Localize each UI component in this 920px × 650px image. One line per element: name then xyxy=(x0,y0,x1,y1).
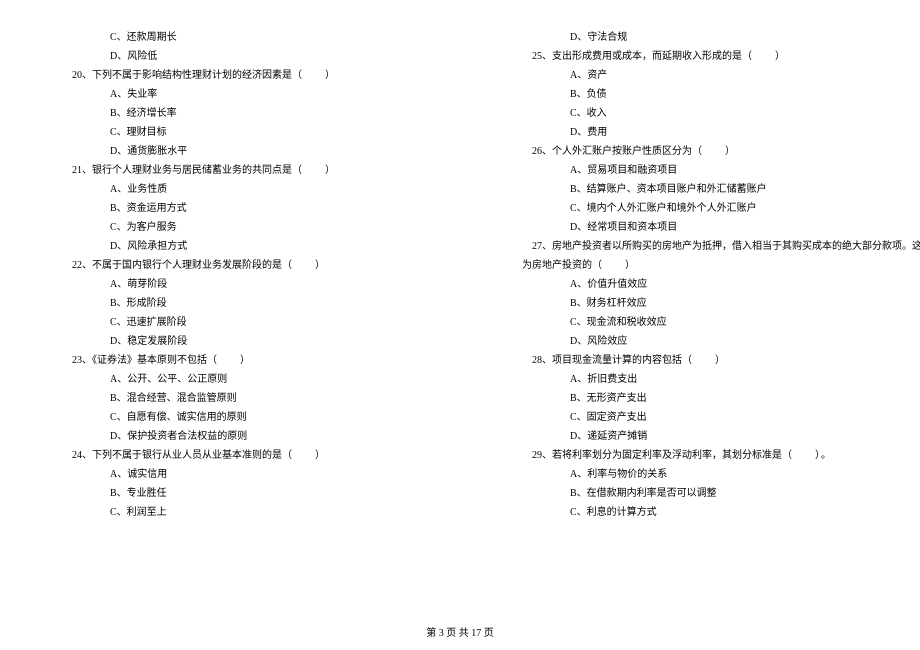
page-body: C、还款周期长D、风险低20、下列不属于影响结构性理财计划的经济因素是（ ）A、… xyxy=(0,0,920,620)
answer-blank: （ ） xyxy=(692,142,736,161)
option-line: D、经常项目和资本项目 xyxy=(460,218,920,237)
answer-blank: （ ）。 xyxy=(782,446,832,465)
option-line: A、价值升值效应 xyxy=(460,275,920,294)
question-number: 29、 xyxy=(532,450,552,461)
option-line: B、在借款期内利率是否可以调整 xyxy=(460,484,920,503)
question-number: 24、 xyxy=(72,450,92,461)
page-footer: 第 3 页 共 17 页 xyxy=(0,620,920,639)
question-line: 20、下列不属于影响结构性理财计划的经济因素是（ ） xyxy=(0,66,460,85)
question-text: 不属于国内银行个人理财业务发展阶段的是 xyxy=(92,260,282,271)
option-line: C、利润至上 xyxy=(0,503,460,522)
question-line: 25、支出形成费用或成本，而延期收入形成的是（ ） xyxy=(460,47,920,66)
question-number: 26、 xyxy=(532,146,552,157)
answer-blank: （ ） xyxy=(292,161,336,180)
option-line: A、贸易项目和融资项目 xyxy=(460,161,920,180)
question-line: 22、不属于国内银行个人理财业务发展阶段的是（ ） xyxy=(0,256,460,275)
option-line: B、财务杠杆效应 xyxy=(460,294,920,313)
question-line: 23、《证券法》基本原则不包括（ ） xyxy=(0,351,460,370)
option-line: D、风险低 xyxy=(0,47,460,66)
option-line: A、失业率 xyxy=(0,85,460,104)
option-line: B、经济增长率 xyxy=(0,104,460,123)
option-line: B、资金运用方式 xyxy=(0,199,460,218)
question-line: 27、房地产投资者以所购买的房地产为抵押，借入相当于其购买成本的绝大部分款项。这… xyxy=(460,237,920,256)
option-line: D、稳定发展阶段 xyxy=(0,332,460,351)
question-text: 支出形成费用或成本，而延期收入形成的是 xyxy=(552,51,742,62)
question-text: 个人外汇账户按账户性质区分为 xyxy=(552,146,692,157)
right-column: D、守法合规25、支出形成费用或成本，而延期收入形成的是（ ）A、资产B、负债C… xyxy=(460,0,920,620)
question-continuation: 为房地产投资的（ ） xyxy=(460,256,920,275)
option-line: D、递延资产摊销 xyxy=(460,427,920,446)
option-line: C、为客户服务 xyxy=(0,218,460,237)
option-line: A、资产 xyxy=(460,66,920,85)
option-line: C、现金流和税收效应 xyxy=(460,313,920,332)
option-line: B、无形资产支出 xyxy=(460,389,920,408)
option-line: D、风险效应 xyxy=(460,332,920,351)
question-text: 下列不属于影响结构性理财计划的经济因素是 xyxy=(92,70,292,81)
question-text: 《证券法》基本原则不包括 xyxy=(92,355,207,366)
answer-blank: （ ） xyxy=(282,446,326,465)
option-line: B、混合经营、混合监管原则 xyxy=(0,389,460,408)
question-text: 为房地产投资的 xyxy=(522,260,592,271)
question-number: 28、 xyxy=(532,355,552,366)
answer-blank: （ ） xyxy=(292,66,336,85)
question-number: 21、 xyxy=(72,165,92,176)
option-line: C、自愿有偿、诚实信用的原则 xyxy=(0,408,460,427)
question-number: 23、 xyxy=(72,355,92,366)
option-line: C、迅速扩展阶段 xyxy=(0,313,460,332)
question-text: 银行个人理财业务与居民储蓄业务的共同点是 xyxy=(92,165,292,176)
answer-blank: （ ） xyxy=(682,351,726,370)
option-line: D、风险承担方式 xyxy=(0,237,460,256)
option-line: A、业务性质 xyxy=(0,180,460,199)
option-line: D、通货膨胀水平 xyxy=(0,142,460,161)
answer-blank: （ ） xyxy=(207,351,251,370)
question-text: 若将利率划分为固定利率及浮动利率，其划分标准是 xyxy=(552,450,782,461)
question-line: 29、若将利率划分为固定利率及浮动利率，其划分标准是（ ）。 xyxy=(460,446,920,465)
option-line: A、萌芽阶段 xyxy=(0,275,460,294)
question-line: 21、银行个人理财业务与居民储蓄业务的共同点是（ ） xyxy=(0,161,460,180)
option-line: B、形成阶段 xyxy=(0,294,460,313)
answer-blank: （ ） xyxy=(282,256,326,275)
option-line: A、诚实信用 xyxy=(0,465,460,484)
question-number: 22、 xyxy=(72,260,92,271)
answer-blank: （ ） xyxy=(592,256,636,275)
option-line: B、专业胜任 xyxy=(0,484,460,503)
question-line: 24、下列不属于银行从业人员从业基本准则的是（ ） xyxy=(0,446,460,465)
question-text: 下列不属于银行从业人员从业基本准则的是 xyxy=(92,450,282,461)
left-column: C、还款周期长D、风险低20、下列不属于影响结构性理财计划的经济因素是（ ）A、… xyxy=(0,0,460,620)
option-line: B、负债 xyxy=(460,85,920,104)
option-line: A、利率与物价的关系 xyxy=(460,465,920,484)
option-line: C、还款周期长 xyxy=(0,28,460,47)
answer-blank: （ ） xyxy=(742,47,786,66)
option-line: C、固定资产支出 xyxy=(460,408,920,427)
option-line: B、结算账户、资本项目账户和外汇储蓄账户 xyxy=(460,180,920,199)
option-line: D、保护投资者合法权益的原则 xyxy=(0,427,460,446)
question-number: 20、 xyxy=(72,70,92,81)
question-text: 房地产投资者以所购买的房地产为抵押，借入相当于其购买成本的绝大部分款项。这被称 xyxy=(552,241,920,252)
question-text: 项目现金流量计算的内容包括 xyxy=(552,355,682,366)
question-line: 28、项目现金流量计算的内容包括（ ） xyxy=(460,351,920,370)
question-number: 25、 xyxy=(532,51,552,62)
option-line: D、费用 xyxy=(460,123,920,142)
option-line: C、境内个人外汇账户和境外个人外汇账户 xyxy=(460,199,920,218)
option-line: A、公开、公平、公正原则 xyxy=(0,370,460,389)
option-line: A、折旧费支出 xyxy=(460,370,920,389)
option-line: C、收入 xyxy=(460,104,920,123)
option-line: C、利息的计算方式 xyxy=(460,503,920,522)
question-line: 26、个人外汇账户按账户性质区分为（ ） xyxy=(460,142,920,161)
option-line: C、理财目标 xyxy=(0,123,460,142)
question-number: 27、 xyxy=(532,241,552,252)
option-line: D、守法合规 xyxy=(460,28,920,47)
